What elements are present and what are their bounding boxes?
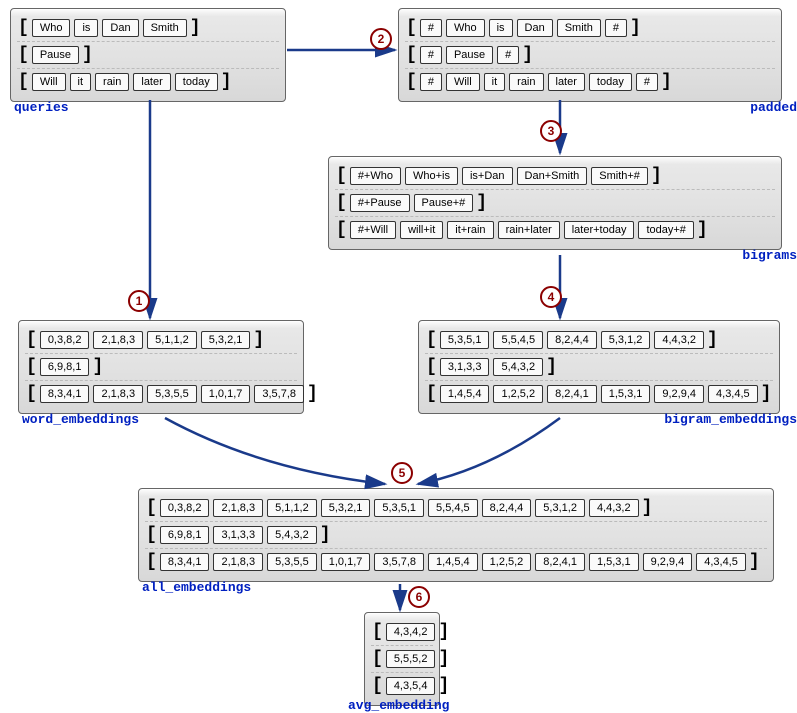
bigrams-block: [#+WhoWho+isis+DanDan+SmithSmith+#] [#+P…: [328, 156, 782, 250]
step-1-icon: 1: [128, 290, 150, 312]
all-embeddings-label: all_embeddings: [142, 580, 251, 595]
step-3-icon: 3: [540, 120, 562, 142]
table-row: [#Willitrainlatertoday#]: [405, 68, 775, 91]
table-row: [#+WhoWho+isis+DanDan+SmithSmith+#]: [335, 167, 775, 185]
table-row: [#+PausePause+#]: [335, 189, 775, 212]
table-row: [1,4,5,41,2,5,28,2,4,11,5,3,19,2,9,44,3,…: [425, 380, 773, 403]
table-row: [0,3,8,22,1,8,35,1,1,25,3,2,15,3,5,15,5,…: [145, 499, 767, 517]
bigrams-label: bigrams: [742, 248, 797, 263]
padded-block: [#WhoisDanSmith#] [#Pause#] [#Willitrain…: [398, 8, 782, 102]
avg-embedding-label: avg_embedding: [348, 698, 449, 713]
table-row: [#WhoisDanSmith#]: [405, 19, 775, 37]
table-row: [3,1,3,35,4,3,2]: [425, 353, 773, 376]
table-row: [0,3,8,22,1,8,35,1,1,25,3,2,1]: [25, 331, 297, 349]
table-row: [Pause]: [17, 41, 279, 64]
step-6-icon: 6: [408, 586, 430, 608]
table-row: [WhoisDanSmith]: [17, 19, 279, 37]
word-embeddings-label: word_embeddings: [22, 412, 139, 427]
avg-embedding-block: [4,3,4,2] [5,5,5,2] [4,3,5,4]: [364, 612, 440, 706]
bigram-embeddings-label: bigram_embeddings: [664, 412, 797, 427]
table-row: [4,3,5,4]: [371, 672, 433, 695]
table-row: [5,5,5,2]: [371, 645, 433, 668]
word-embeddings-block: [0,3,8,22,1,8,35,1,1,25,3,2,1] [6,9,8,1]…: [18, 320, 304, 414]
table-row: [Willitrainlatertoday]: [17, 68, 279, 91]
table-row: [6,9,8,13,1,3,35,4,3,2]: [145, 521, 767, 544]
table-row: [5,3,5,15,5,4,58,2,4,45,3,1,24,4,3,2]: [425, 331, 773, 349]
table-row: [6,9,8,1]: [25, 353, 297, 376]
table-row: [8,3,4,12,1,8,35,3,5,51,0,1,73,5,7,8]: [25, 380, 297, 403]
step-5-icon: 5: [391, 462, 413, 484]
table-row: [8,3,4,12,1,8,35,3,5,51,0,1,73,5,7,81,4,…: [145, 548, 767, 571]
padded-label: padded: [750, 100, 797, 115]
step-2-icon: 2: [370, 28, 392, 50]
bigram-embeddings-block: [5,3,5,15,5,4,58,2,4,45,3,1,24,4,3,2] [3…: [418, 320, 780, 414]
table-row: [4,3,4,2]: [371, 623, 433, 641]
table-row: [#+Willwill+itit+rainrain+laterlater+tod…: [335, 216, 775, 239]
all-embeddings-block: [0,3,8,22,1,8,35,1,1,25,3,2,15,3,5,15,5,…: [138, 488, 774, 582]
queries-label: queries: [14, 100, 69, 115]
queries-block: [WhoisDanSmith] [Pause] [Willitrainlater…: [10, 8, 286, 102]
step-4-icon: 4: [540, 286, 562, 308]
table-row: [#Pause#]: [405, 41, 775, 64]
